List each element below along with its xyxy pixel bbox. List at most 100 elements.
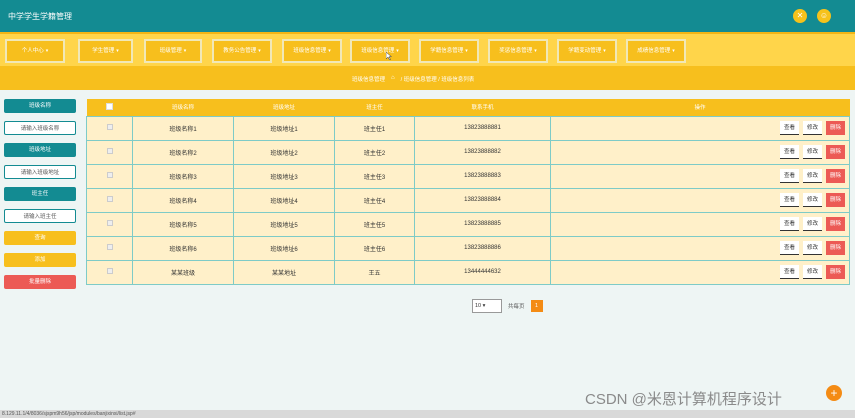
nav-label: 奖惩信息管理 bbox=[499, 48, 533, 54]
row-checkbox[interactable] bbox=[86, 259, 133, 285]
delete-button[interactable]: 删除 bbox=[825, 241, 845, 255]
head-teacher-label: 班主任 bbox=[4, 187, 76, 201]
search-sidebar: 班级名称 请输入班级名称 班级地址 请输入班级地址 班主任 请输入班主任 查询 … bbox=[4, 99, 76, 297]
cell-actions: 查看 修改 删除 bbox=[550, 139, 850, 165]
cell-actions: 查看 修改 删除 bbox=[550, 187, 850, 213]
edit-button[interactable]: 修改 bbox=[802, 193, 822, 207]
row-checkbox[interactable] bbox=[86, 187, 133, 213]
cell-class-name: 班级名称4 bbox=[132, 187, 234, 213]
cell-actions: 查看 修改 删除 bbox=[550, 211, 850, 237]
row-checkbox[interactable] bbox=[86, 139, 133, 165]
view-button[interactable]: 查看 bbox=[779, 169, 799, 183]
chevron-down-icon: ▾ bbox=[396, 48, 399, 54]
plus-icon[interactable]: + bbox=[826, 385, 842, 401]
row-checkbox[interactable] bbox=[86, 235, 133, 261]
table-row: 班级名称6 班级地址6 班主任6 13823888886 查看 修改 删除 bbox=[86, 235, 850, 261]
home-icon[interactable]: ⌂ bbox=[391, 75, 395, 83]
col-class-name[interactable]: 班级名称 bbox=[132, 99, 234, 116]
top-icons: ✕ ☺ bbox=[793, 9, 831, 23]
edit-button[interactable]: 修改 bbox=[802, 241, 822, 255]
delete-button[interactable]: 删除 bbox=[825, 217, 845, 231]
col-head-teacher[interactable]: 班主任 bbox=[334, 99, 415, 116]
nav-label: 学籍信息管理 bbox=[430, 48, 464, 54]
cell-actions: 查看 修改 删除 bbox=[550, 115, 850, 141]
table-row: 班级名称1 班级地址1 班主任1 13823888881 查看 修改 删除 bbox=[86, 115, 850, 141]
col-class-addr[interactable]: 班级地址 bbox=[233, 99, 335, 116]
class-name-label: 班级名称 bbox=[4, 99, 76, 113]
cell-class-name: 班级名称6 bbox=[132, 235, 234, 261]
view-button[interactable]: 查看 bbox=[779, 193, 799, 207]
delete-button[interactable]: 删除 bbox=[825, 193, 845, 207]
row-checkbox[interactable] bbox=[86, 163, 133, 189]
delete-button[interactable]: 删除 bbox=[825, 169, 845, 183]
edit-button[interactable]: 修改 bbox=[802, 169, 822, 183]
nav-item-classes[interactable]: 班级管理 ▾ bbox=[144, 39, 202, 63]
view-button[interactable]: 查看 bbox=[779, 241, 799, 255]
edit-button[interactable]: 修改 bbox=[802, 265, 822, 279]
cell-head-teacher: 王五 bbox=[334, 259, 415, 285]
nav-label: 班级信息管理 bbox=[293, 48, 327, 54]
cell-phone: 13823888881 bbox=[414, 115, 551, 141]
view-button[interactable]: 查看 bbox=[779, 265, 799, 279]
cell-head-teacher: 班主任4 bbox=[334, 187, 415, 213]
cell-phone: 13823888882 bbox=[414, 139, 551, 165]
head-teacher-input[interactable]: 请输入班主任 bbox=[4, 209, 76, 223]
page-title: 班级信息管理 bbox=[352, 77, 386, 83]
search-button[interactable]: 查询 bbox=[4, 231, 76, 245]
cell-class-addr: 班级地址2 bbox=[233, 139, 335, 165]
nav-label: 成绩信息管理 bbox=[637, 48, 671, 54]
table-row: 班级名称2 班级地址2 班主任2 13823888882 查看 修改 删除 bbox=[86, 139, 850, 165]
nav-item-record-changes[interactable]: 学籍变动管理 ▾ bbox=[557, 39, 617, 63]
batch-delete-button[interactable]: 批量删除 bbox=[4, 275, 76, 289]
edit-button[interactable]: 修改 bbox=[802, 145, 822, 159]
status-url: 8.129.11.1/4/8036/sjspm9h56/jsp/modules/… bbox=[2, 411, 136, 417]
page-size-select[interactable]: 10 ▾ bbox=[472, 299, 502, 313]
delete-button[interactable]: 删除 bbox=[825, 121, 845, 135]
user-icon[interactable]: ☺ bbox=[817, 9, 831, 23]
nav-item-personal-center[interactable]: 个人中心 ▾ bbox=[5, 39, 65, 63]
select-all-checkbox[interactable] bbox=[86, 99, 133, 116]
nav-item-announcements[interactable]: 教务公告管理 ▾ bbox=[212, 39, 272, 63]
nav-item-rewards[interactable]: 奖惩信息管理 ▾ bbox=[488, 39, 548, 63]
row-checkbox[interactable] bbox=[86, 115, 133, 141]
nav-item-class-info[interactable]: 班级信息管理 ▾ bbox=[282, 39, 342, 63]
row-checkbox[interactable] bbox=[86, 211, 133, 237]
cell-class-name: 班级名称3 bbox=[132, 163, 234, 189]
view-button[interactable]: 查看 bbox=[779, 121, 799, 135]
edit-button[interactable]: 修改 bbox=[802, 217, 822, 231]
cell-phone: 13823888883 bbox=[414, 163, 551, 189]
table-row: 班级名称5 班级地址5 班主任5 13823888885 查看 修改 删除 bbox=[86, 211, 850, 237]
chevron-down-icon: ▾ bbox=[258, 48, 261, 54]
nav-item-student-records[interactable]: 学籍信息管理 ▾ bbox=[419, 39, 479, 63]
cell-phone: 13823888884 bbox=[414, 187, 551, 213]
add-button[interactable]: 添加 bbox=[4, 253, 76, 267]
class-addr-input[interactable]: 请输入班级地址 bbox=[4, 165, 76, 179]
nav-item-students[interactable]: 学生管理 ▾ bbox=[78, 39, 133, 63]
delete-button[interactable]: 删除 bbox=[825, 145, 845, 159]
page-1-button[interactable]: 1 bbox=[530, 300, 543, 312]
edit-button[interactable]: 修改 bbox=[802, 121, 822, 135]
class-addr-label: 班级地址 bbox=[4, 143, 76, 157]
col-phone[interactable]: 联系手机 bbox=[414, 99, 551, 116]
chevron-down-icon: ▾ bbox=[482, 303, 486, 309]
nav-item-class-info-2[interactable]: 班级信息管理 ▾ bbox=[350, 39, 410, 63]
cell-head-teacher: 班主任3 bbox=[334, 163, 415, 189]
view-button[interactable]: 查看 bbox=[779, 217, 799, 231]
pagination: 10 ▾ 共每页 1 bbox=[472, 299, 543, 313]
delete-button[interactable]: 删除 bbox=[825, 265, 845, 279]
cell-class-addr: 班级地址4 bbox=[233, 187, 335, 213]
cell-class-addr: 某某地址 bbox=[233, 259, 335, 285]
app-title: 中学学生学籍管理 bbox=[8, 12, 72, 21]
cell-class-addr: 班级地址5 bbox=[233, 211, 335, 237]
nav-label: 学籍变动管理 bbox=[568, 48, 602, 54]
cell-actions: 查看 修改 删除 bbox=[550, 259, 850, 285]
pager-label: 共每页 bbox=[508, 304, 525, 310]
chevron-down-icon: ▾ bbox=[116, 48, 119, 54]
close-icon[interactable]: ✕ bbox=[793, 9, 807, 23]
breadcrumb-bar: 班级信息管理 ⌂ / 班级信息管理 / 班级信息列表 bbox=[0, 66, 855, 90]
class-name-input[interactable]: 请输入班级名称 bbox=[4, 121, 76, 135]
nav-item-grades[interactable]: 成绩信息管理 ▾ bbox=[626, 39, 686, 63]
view-button[interactable]: 查看 bbox=[779, 145, 799, 159]
chevron-down-icon: ▾ bbox=[603, 48, 606, 54]
class-table: 班级名称 班级地址 班主任 联系手机 操作 班级名称1 班级地址1 班主任1 1… bbox=[86, 99, 850, 285]
